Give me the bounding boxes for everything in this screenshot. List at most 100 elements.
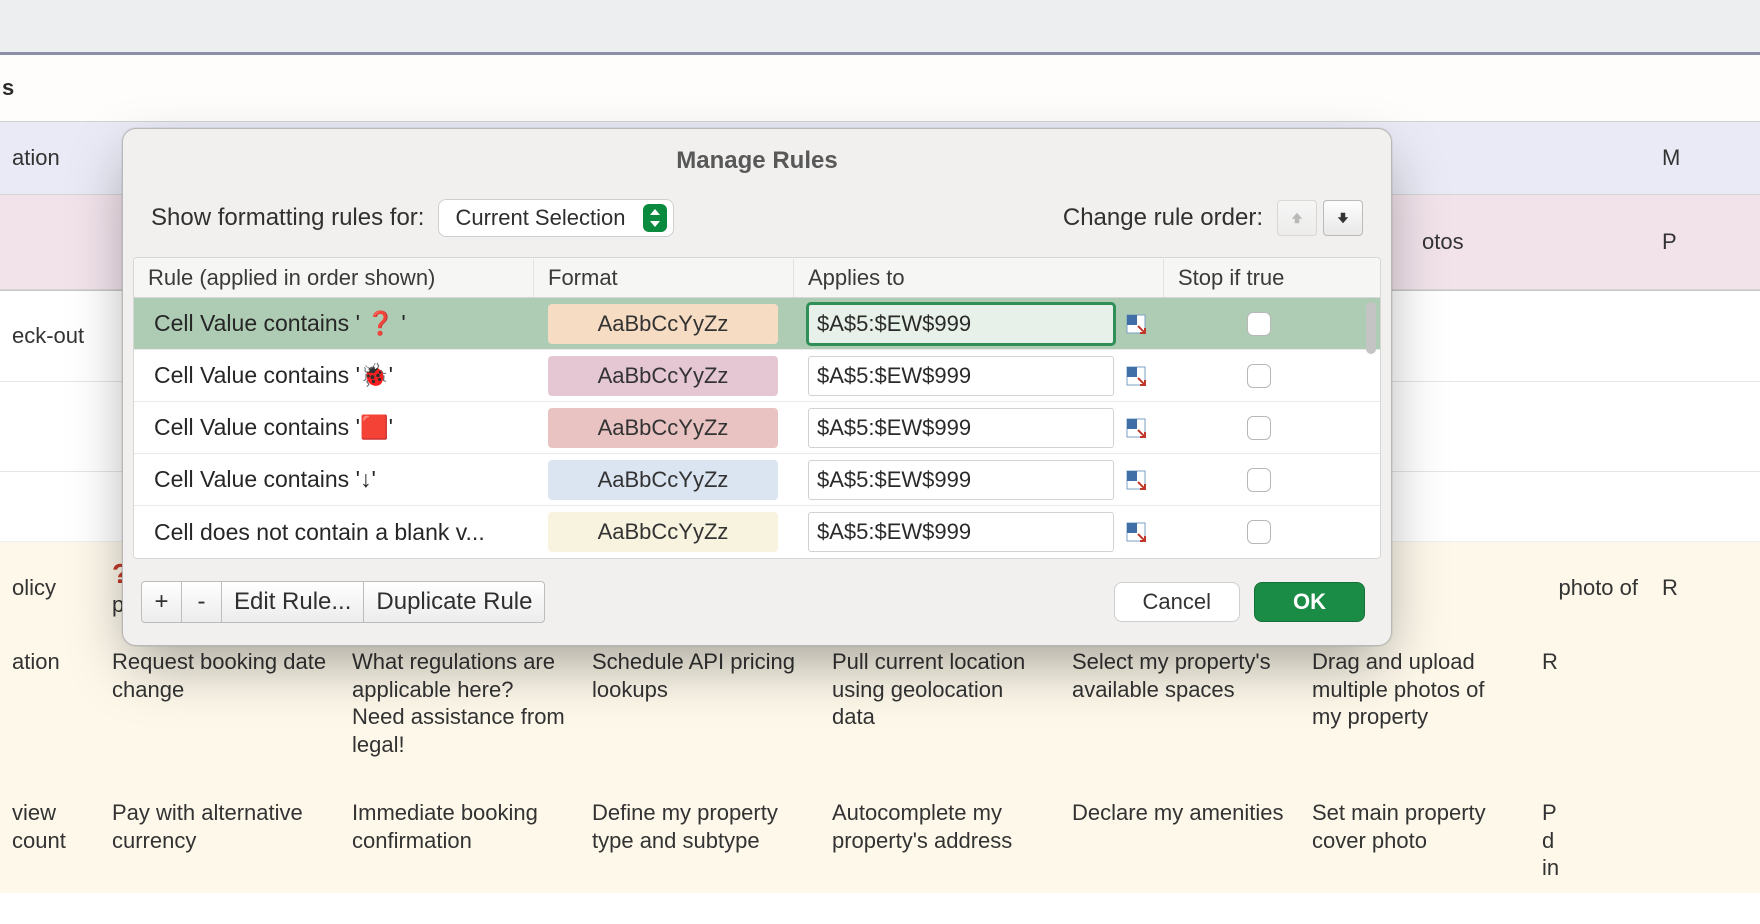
rule-stop-cell [1164, 416, 1354, 440]
sheet-row: view count Pay with alternative currency… [0, 769, 1760, 893]
rule-row[interactable]: Cell Value contains '🐞' AaBbCcYyZz $A$5:$E… [134, 350, 1380, 402]
sheet-cell: Declare my amenities [1060, 787, 1300, 892]
stop-if-true-checkbox[interactable] [1247, 364, 1271, 388]
dialog-footer: + - Edit Rule... Duplicate Rule Cancel O… [123, 559, 1391, 645]
rules-table-body: Cell Value contains ' ❓ ' AaBbCcYyZz $A$5:… [134, 298, 1380, 558]
applies-to-input[interactable]: $A$5:$EW$999 [808, 304, 1114, 344]
edit-rule-button[interactable]: Edit Rule... [222, 582, 364, 622]
rule-stop-cell [1164, 312, 1354, 336]
sheet-cell: Immediate booking confirmation [340, 787, 580, 892]
rule-format-cell: AaBbCcYyZz [534, 408, 794, 448]
rule-format-cell: AaBbCcYyZz [534, 460, 794, 500]
rule-action-group: + - Edit Rule... Duplicate Rule [141, 581, 545, 623]
sheet-cell [1410, 497, 1650, 517]
sheet-cell [1410, 417, 1650, 437]
format-preview: AaBbCcYyZz [548, 408, 778, 448]
updown-stepper-icon [643, 204, 667, 232]
sheet-cell: Pull current location using geolocation … [820, 636, 1060, 768]
sheet-cell: Define my property type and subtype [580, 787, 820, 892]
format-preview: AaBbCcYyZz [548, 356, 778, 396]
stop-if-true-checkbox[interactable] [1247, 312, 1271, 336]
rule-stop-cell [1164, 364, 1354, 388]
stop-if-true-checkbox[interactable] [1247, 520, 1271, 544]
sheet-cell: Select my property's available spaces [1060, 636, 1300, 768]
cancel-button[interactable]: Cancel [1114, 582, 1240, 622]
rules-scrollbar[interactable] [1366, 302, 1376, 552]
rule-stop-cell [1164, 520, 1354, 544]
sheet-cell [1650, 497, 1710, 517]
sheet-cell: olicy [0, 562, 100, 612]
duplicate-rule-button[interactable]: Duplicate Rule [364, 582, 544, 622]
rule-description: Cell does not contain a blank v... [134, 519, 534, 546]
sheet-cell: view count [0, 787, 100, 892]
applies-to-input[interactable]: $A$5:$EW$999 [808, 512, 1114, 552]
sheet-row: ation Request booking date change What r… [0, 632, 1760, 769]
stop-if-true-checkbox[interactable] [1247, 468, 1271, 492]
sheet-cell [0, 417, 100, 437]
ok-button[interactable]: OK [1254, 582, 1365, 622]
header-cell: M [1650, 134, 1710, 182]
move-rule-up-button[interactable] [1277, 200, 1317, 236]
rule-row[interactable]: Cell Value contains ' ❓ ' AaBbCcYyZz $A$5:… [134, 298, 1380, 350]
rule-format-cell: AaBbCcYyZz [534, 304, 794, 344]
change-order-label: Change rule order: [1063, 204, 1263, 232]
rule-row[interactable]: Cell does not contain a blank v... AaBbCc… [134, 506, 1380, 558]
sheet-cell: ation [0, 636, 100, 768]
sheet-cell: Drag and upload multiple photos of my pr… [1300, 636, 1530, 768]
rule-applies-cell: $A$5:$EW$999 [794, 512, 1164, 552]
col-applies: Applies to [794, 259, 1164, 297]
sheet-cell: Pay with alternative currency [100, 787, 340, 892]
applies-to-input[interactable]: $A$5:$EW$999 [808, 408, 1114, 448]
col-rule: Rule (applied in order shown) [134, 259, 534, 297]
scope-select[interactable]: Current Selection [438, 199, 674, 237]
rule-description: Cell Value contains '↓' [134, 466, 534, 493]
arrow-up-icon [1288, 209, 1306, 227]
rule-format-cell: AaBbCcYyZz [534, 356, 794, 396]
show-rules-label: Show formatting rules for: [151, 204, 424, 232]
rule-applies-cell: $A$5:$EW$999 [794, 460, 1164, 500]
range-picker-icon[interactable] [1122, 310, 1150, 338]
rule-row[interactable]: Cell Value contains '↓' AaBbCcYyZz $A$5:$E… [134, 454, 1380, 506]
sheet-cell: Request booking date change [100, 636, 340, 768]
format-preview: AaBbCcYyZz [548, 512, 778, 552]
dialog-toolbar: Show formatting rules for: Current Selec… [123, 189, 1391, 257]
add-rule-button[interactable]: + [142, 582, 182, 622]
col-stop: Stop if true [1164, 259, 1354, 297]
arrow-down-icon [1334, 209, 1352, 227]
move-rule-down-button[interactable] [1323, 200, 1363, 236]
applies-to-input[interactable]: $A$5:$EW$999 [808, 356, 1114, 396]
rule-applies-cell: $A$5:$EW$999 [794, 356, 1164, 396]
sheet-cell: P d in [1530, 787, 1590, 892]
rules-scroll-thumb[interactable] [1366, 302, 1376, 354]
rule-applies-cell: $A$5:$EW$999 [794, 408, 1164, 448]
rule-description: Cell Value contains '🐞' [134, 362, 534, 389]
sheet-cell: photo of [1410, 562, 1650, 612]
format-preview: AaBbCcYyZz [548, 460, 778, 500]
rule-description: Cell Value contains ' ❓ ' [134, 310, 534, 337]
sheet-cell: Set main property cover photo [1300, 787, 1530, 892]
scope-select-value: Current Selection [455, 205, 643, 231]
format-preview: AaBbCcYyZz [548, 304, 778, 344]
col-format: Format [534, 259, 794, 297]
applies-to-input[interactable]: $A$5:$EW$999 [808, 460, 1114, 500]
sheet-cell: R [1650, 562, 1710, 612]
sheet-cell: Autocomplete my property's address [820, 787, 1060, 892]
rules-table-header: Rule (applied in order shown) Format App… [134, 258, 1380, 298]
range-picker-icon[interactable] [1122, 362, 1150, 390]
header-cell: otos [1410, 218, 1650, 266]
header-cell [1410, 148, 1650, 168]
header-cell: ation [0, 134, 100, 182]
sheet-cell: R [1530, 636, 1590, 768]
rule-row[interactable]: Cell Value contains '🟥' AaBbCcYyZz $A$5:$E… [134, 402, 1380, 454]
range-picker-icon[interactable] [1122, 414, 1150, 442]
sheet-cell: eck-out [0, 312, 100, 360]
sheet-cell [1650, 417, 1710, 437]
rule-description: Cell Value contains '🟥' [134, 414, 534, 441]
sheet-cell: Schedule API pricing lookups [580, 636, 820, 768]
stop-if-true-checkbox[interactable] [1247, 416, 1271, 440]
range-picker-icon[interactable] [1122, 518, 1150, 546]
range-picker-icon[interactable] [1122, 466, 1150, 494]
sheet-cell [1410, 326, 1650, 346]
remove-rule-button[interactable]: - [182, 582, 222, 622]
rule-format-cell: AaBbCcYyZz [534, 512, 794, 552]
